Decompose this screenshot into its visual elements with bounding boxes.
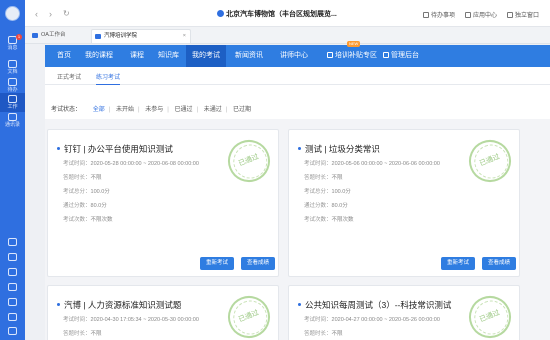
passed-stamp: 已通过: [462, 133, 518, 189]
avatar[interactable]: [5, 6, 20, 21]
back-icon[interactable]: ‹: [35, 9, 38, 19]
view-score-button[interactable]: 查看成绩: [482, 257, 517, 270]
filter-not-started[interactable]: 未开始: [116, 107, 134, 113]
contacts-icon: [8, 113, 17, 121]
rail-item-work[interactable]: 工作: [0, 93, 25, 112]
rail-item-messages[interactable]: 消息 1: [0, 34, 25, 51]
exam-subtabs: 正式考试 练习考试: [45, 67, 550, 85]
main-content: 正式考试 练习考试 考试状态： 全部 | 未开始 | 未参与 | 已通过 | 未通过 | …: [45, 67, 550, 340]
exam-title: 汽博 | 人力资源标准知识测试题: [57, 299, 181, 311]
menu-admin[interactable]: 管理后台: [383, 45, 419, 67]
close-icon[interactable]: ×: [183, 30, 186, 43]
filter-expired[interactable]: 已过期: [233, 107, 251, 113]
filter-not-joined[interactable]: 未参与: [145, 107, 163, 113]
rail-item-docs[interactable]: 文档: [0, 60, 25, 75]
exam-card[interactable]: 钉钉 | 办公平台使用知识测试 考试时间：2020-05-28 00:00:00…: [47, 129, 279, 277]
passed-stamp: 已通过: [221, 133, 277, 189]
tab-training-academy[interactable]: 汽博培训学院 ×: [91, 29, 191, 43]
page-title: 北京汽车博物馆（丰台区规划展览...: [217, 9, 337, 19]
exam-total-row: 考试总分：100.0分: [304, 189, 351, 195]
todo-icon: [423, 12, 429, 18]
academy-icon: [95, 34, 101, 39]
tab-oa-workbench[interactable]: OA工作台: [29, 29, 89, 43]
exam-card[interactable]: 汽博 | 人力资源标准知识测试题 考试时间：2020-04-30 17:05:3…: [47, 285, 279, 340]
admin-icon: [383, 52, 389, 58]
filter-passed[interactable]: 已通过: [174, 107, 192, 113]
mail-icon[interactable]: [8, 268, 17, 276]
document-icon: [8, 60, 17, 68]
filter-label: 考试状态：: [51, 107, 82, 113]
menu-lecturer[interactable]: 讲师中心: [280, 45, 308, 67]
status-filter: 考试状态： 全部 | 未开始 | 未参与 | 已通过 | 未通过 | 已过期: [51, 107, 251, 113]
exam-time-row: 考试时间：2020-04-30 17:05:34 ~ 2020-05-30 00…: [63, 317, 199, 323]
exam-title: 测试 | 垃圾分类常识: [298, 143, 380, 155]
more-icon[interactable]: [8, 313, 17, 321]
passed-stamp: 已通过: [462, 289, 518, 340]
exam-duration-row: 答题时长：不限: [304, 331, 343, 337]
menu-news[interactable]: 新闻资讯: [235, 45, 263, 67]
rail-item-todo[interactable]: 待办: [0, 78, 25, 93]
exam-pass-row: 通过分数：80.0分: [63, 203, 107, 209]
todo-icon: [8, 78, 17, 86]
todo-button[interactable]: 待办事项: [423, 10, 455, 19]
exam-attempts-row: 考试次数：不限次数: [63, 217, 113, 223]
exam-time-row: 考试时间：2020-05-06 00:00:00 ~ 2020-06-06 00…: [304, 161, 440, 167]
retake-exam-button[interactable]: 重新考试: [200, 257, 235, 270]
phone-icon[interactable]: [8, 283, 17, 291]
exam-title: 公共知识每周测试（3）--科技常识测试: [298, 299, 451, 311]
refresh-icon[interactable]: ↻: [63, 9, 70, 18]
menu-knowledge[interactable]: 知识库: [158, 45, 179, 67]
standalone-window-button[interactable]: 独立窗口: [507, 10, 539, 19]
filter-failed[interactable]: 未通过: [204, 107, 222, 113]
exam-card[interactable]: 公共知识每周测试（3）--科技常识测试 考试时间：2020-04-27 00:0…: [288, 285, 520, 340]
filter-all[interactable]: 全部: [93, 107, 105, 113]
museum-logo-icon: [217, 10, 224, 17]
main-menu: 首页 我的课程 课程 知识库 我的考试 新闻资讯 讲师中心 培训补贴专区 NEW…: [45, 41, 550, 67]
calendar-icon[interactable]: [8, 238, 17, 246]
exam-card-grid: 钉钉 | 办公平台使用知识测试 考试时间：2020-05-28 00:00:00…: [45, 119, 550, 340]
app-icon: [465, 12, 471, 18]
view-score-button[interactable]: 查看成绩: [241, 257, 276, 270]
mail-icon[interactable]: [8, 298, 17, 306]
menu-subsidy[interactable]: 培训补贴专区: [327, 45, 377, 67]
exam-duration-row: 答题时长：不限: [63, 175, 102, 181]
star-icon[interactable]: [8, 253, 17, 261]
exam-duration-row: 答题时长：不限: [304, 175, 343, 181]
passed-stamp: 已通过: [221, 289, 277, 340]
exam-attempts-row: 考试次数：不限次数: [304, 217, 354, 223]
retake-exam-button[interactable]: 重新考试: [441, 257, 476, 270]
exam-pass-row: 通过分数：80.0分: [304, 203, 348, 209]
settings-icon[interactable]: [8, 327, 17, 335]
exam-duration-row: 答题时长：不限: [63, 331, 102, 337]
rail-item-contacts[interactable]: 通讯录: [0, 113, 25, 128]
tab-practice-exam[interactable]: 练习考试: [96, 72, 121, 85]
exam-total-row: 考试总分：100.0分: [63, 189, 110, 195]
menu-my-courses[interactable]: 我的课程: [85, 45, 113, 67]
exam-time-row: 考试时间：2020-05-28 00:00:00 ~ 2020-06-08 00…: [63, 161, 199, 167]
menu-courses[interactable]: 课程: [130, 45, 144, 67]
exam-card[interactable]: 测试 | 垃圾分类常识 考试时间：2020-05-06 00:00:00 ~ 2…: [288, 129, 520, 277]
tab-strip: OA工作台 汽博培训学院 ×: [25, 27, 550, 44]
forward-icon[interactable]: ›: [49, 9, 52, 19]
window-topbar: ‹ › ↻ 北京汽车博物馆（丰台区规划展览... 待办事项 应用中心 独立窗口: [25, 0, 550, 27]
menu-my-exams[interactable]: 我的考试: [186, 45, 226, 67]
exam-time-row: 考试时间：2020-04-27 00:00:00 ~ 2020-05-26 00…: [304, 317, 440, 323]
menu-home[interactable]: 首页: [57, 45, 71, 67]
app-center-button[interactable]: 应用中心: [465, 10, 497, 19]
left-rail: 消息 1 文档 待办 工作 通讯录: [0, 0, 25, 340]
exam-title: 钉钉 | 办公平台使用知识测试: [57, 143, 173, 155]
unread-badge: 1: [16, 34, 22, 40]
subsidy-icon: [327, 52, 333, 58]
tab-formal-exam[interactable]: 正式考试: [57, 72, 81, 81]
grid-icon: [8, 95, 17, 103]
window-icon: [507, 12, 513, 18]
new-badge: NEW: [347, 41, 361, 47]
oa-icon: [32, 33, 38, 38]
